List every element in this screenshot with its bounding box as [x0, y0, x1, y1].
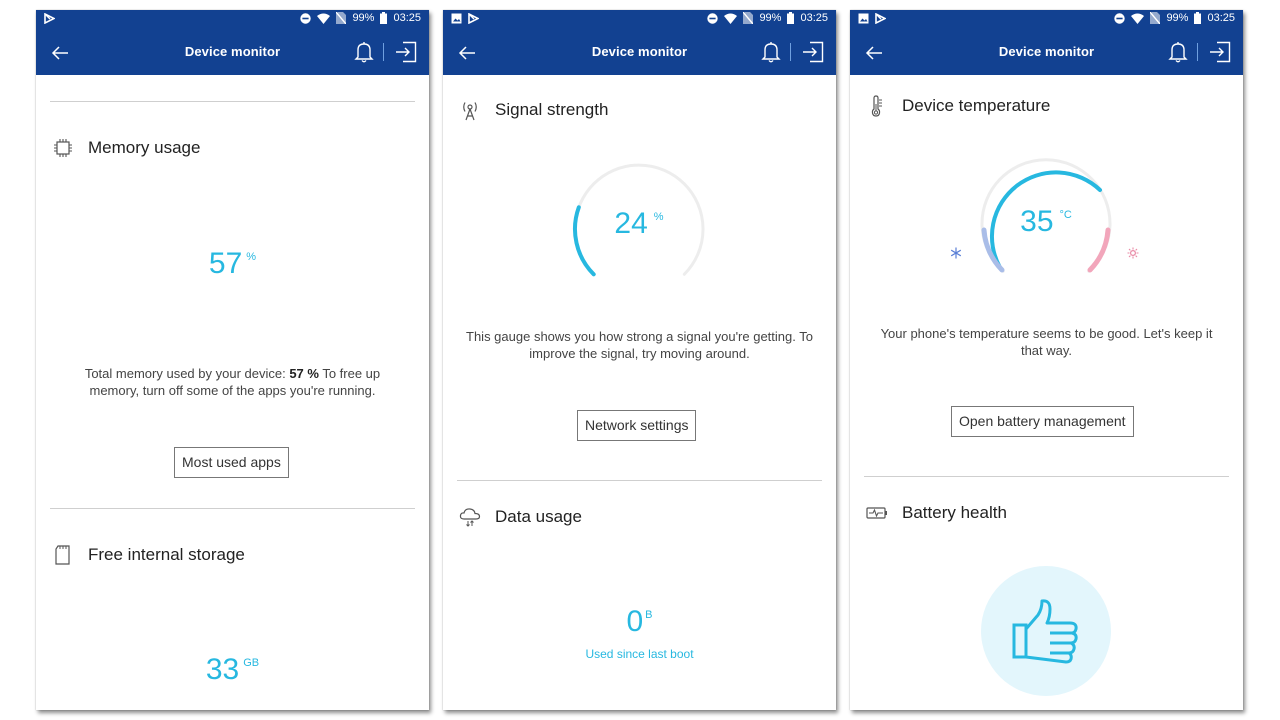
temperature-description: Your phone's temperature seems to be goo…: [880, 326, 1213, 358]
section-title-signal: Signal strength: [495, 100, 609, 119]
signal-strength-header: Signal strength: [459, 99, 608, 121]
battery-percent: 99%: [352, 12, 375, 24]
play-store-icon: [44, 13, 55, 24]
clock: 03:25: [1207, 12, 1235, 24]
wifi-icon: [724, 13, 738, 24]
most-used-apps-button[interactable]: Most used apps: [174, 447, 289, 478]
status-bar: 99% 03:25: [36, 10, 429, 30]
no-sim-icon: [1150, 12, 1161, 24]
device-temperature-header: Device temperature: [866, 95, 1050, 117]
cloud-transfer-icon: [459, 508, 481, 527]
battery-health-header: Battery health: [866, 502, 1007, 524]
memory-desc-value: 57 %: [289, 366, 319, 381]
battery-health-icon: [866, 507, 887, 519]
section-title-battery: Battery health: [902, 503, 1007, 522]
status-bar: 99% 03:25: [850, 10, 1243, 30]
phone-screen-memory: 99% 03:25 Device monitor Memory usage 57…: [36, 10, 429, 710]
memory-value-unit: %: [246, 251, 257, 263]
temperature-value: 35 °C: [976, 205, 1116, 239]
signal-value-unit: %: [653, 211, 664, 223]
heat-icon: [1127, 247, 1139, 259]
data-usage-value: 0B: [443, 605, 836, 639]
temperature-value-number: 35: [1020, 205, 1054, 238]
free-storage-header: Free internal storage: [52, 544, 245, 566]
app-bar: Device monitor: [443, 30, 836, 75]
wifi-icon: [317, 13, 331, 24]
appbar-separator: [790, 43, 791, 61]
memory-value-number: 57: [208, 247, 243, 280]
divider: [864, 476, 1229, 477]
data-usage-subtext: Used since last boot: [585, 647, 694, 661]
exit-icon[interactable]: [395, 41, 417, 63]
signal-value: 24%: [569, 207, 709, 241]
no-sim-icon: [336, 12, 347, 24]
data-value-number: 0: [626, 605, 644, 638]
app-bar: Device monitor: [850, 30, 1243, 75]
clock: 03:25: [800, 12, 828, 24]
phone-screen-temperature: 99% 03:25 Device monitor Device temperat…: [850, 10, 1243, 710]
phone-screen-signal: 99% 03:25 Device monitor Signal strength…: [443, 10, 836, 710]
signal-description: This gauge shows you how strong a signal…: [466, 329, 813, 361]
section-title-memory: Memory usage: [88, 138, 201, 157]
thumbs-up-icon: [1012, 599, 1078, 664]
open-battery-management-button[interactable]: Open battery management: [951, 406, 1134, 437]
no-sim-icon: [743, 12, 754, 24]
memory-description: Total memory used by your device: 57 % T…: [76, 365, 389, 399]
memory-usage-value: 57%: [36, 247, 429, 281]
battery-icon: [380, 12, 388, 24]
dnd-icon: [707, 12, 719, 24]
temperature-gauge: 35 °C: [976, 155, 1116, 285]
memory-desc-prefix: Total memory used by your device:: [84, 366, 290, 381]
play-store-icon: [468, 13, 479, 24]
battery-icon: [787, 12, 795, 24]
exit-icon[interactable]: [802, 41, 824, 63]
exit-icon[interactable]: [1209, 41, 1231, 63]
divider: [50, 508, 415, 509]
play-store-icon: [875, 13, 886, 24]
free-storage-value: 33 GB: [36, 653, 429, 687]
image-icon: [451, 13, 462, 24]
dnd-icon: [1114, 12, 1126, 24]
section-title-temperature: Device temperature: [902, 96, 1051, 115]
dnd-icon: [300, 12, 312, 24]
divider: [457, 480, 822, 481]
image-icon: [858, 13, 869, 24]
clock: 03:25: [393, 12, 421, 24]
sd-card-icon: [55, 545, 70, 565]
battery-icon: [1194, 12, 1202, 24]
battery-health-badge: [981, 566, 1111, 696]
content: Signal strength 24% This gauge shows you…: [443, 75, 836, 710]
snowflake-icon: [950, 247, 962, 259]
antenna-icon: [463, 102, 477, 121]
battery-percent: 99%: [1166, 12, 1189, 24]
memory-usage-header: Memory usage: [52, 137, 200, 159]
storage-value-unit: GB: [243, 657, 260, 669]
appbar-separator: [383, 43, 384, 61]
network-settings-button[interactable]: Network settings: [577, 410, 697, 441]
appbar-separator: [1197, 43, 1198, 61]
storage-value-number: 33: [205, 653, 240, 686]
status-bar: 99% 03:25: [443, 10, 836, 30]
bell-icon[interactable]: [354, 41, 374, 63]
wifi-icon: [1131, 13, 1145, 24]
divider: [50, 101, 415, 102]
content: Device temperature 35 °C Your phone's tem…: [850, 75, 1243, 710]
section-title-data: Data usage: [495, 507, 582, 526]
chip-icon: [54, 139, 72, 157]
data-usage-header: Data usage: [459, 506, 582, 528]
temperature-value-unit: °C: [1059, 209, 1072, 221]
battery-percent: 99%: [759, 12, 782, 24]
thermometer-icon: [871, 95, 882, 117]
bell-icon[interactable]: [761, 41, 781, 63]
data-value-unit: B: [645, 609, 653, 621]
content: Memory usage 57% Total memory used by yo…: [36, 75, 429, 710]
signal-value-number: 24: [614, 207, 648, 240]
bell-icon[interactable]: [1168, 41, 1188, 63]
signal-gauge: 24%: [569, 159, 709, 289]
app-bar: Device monitor: [36, 30, 429, 75]
section-title-storage: Free internal storage: [88, 545, 245, 564]
